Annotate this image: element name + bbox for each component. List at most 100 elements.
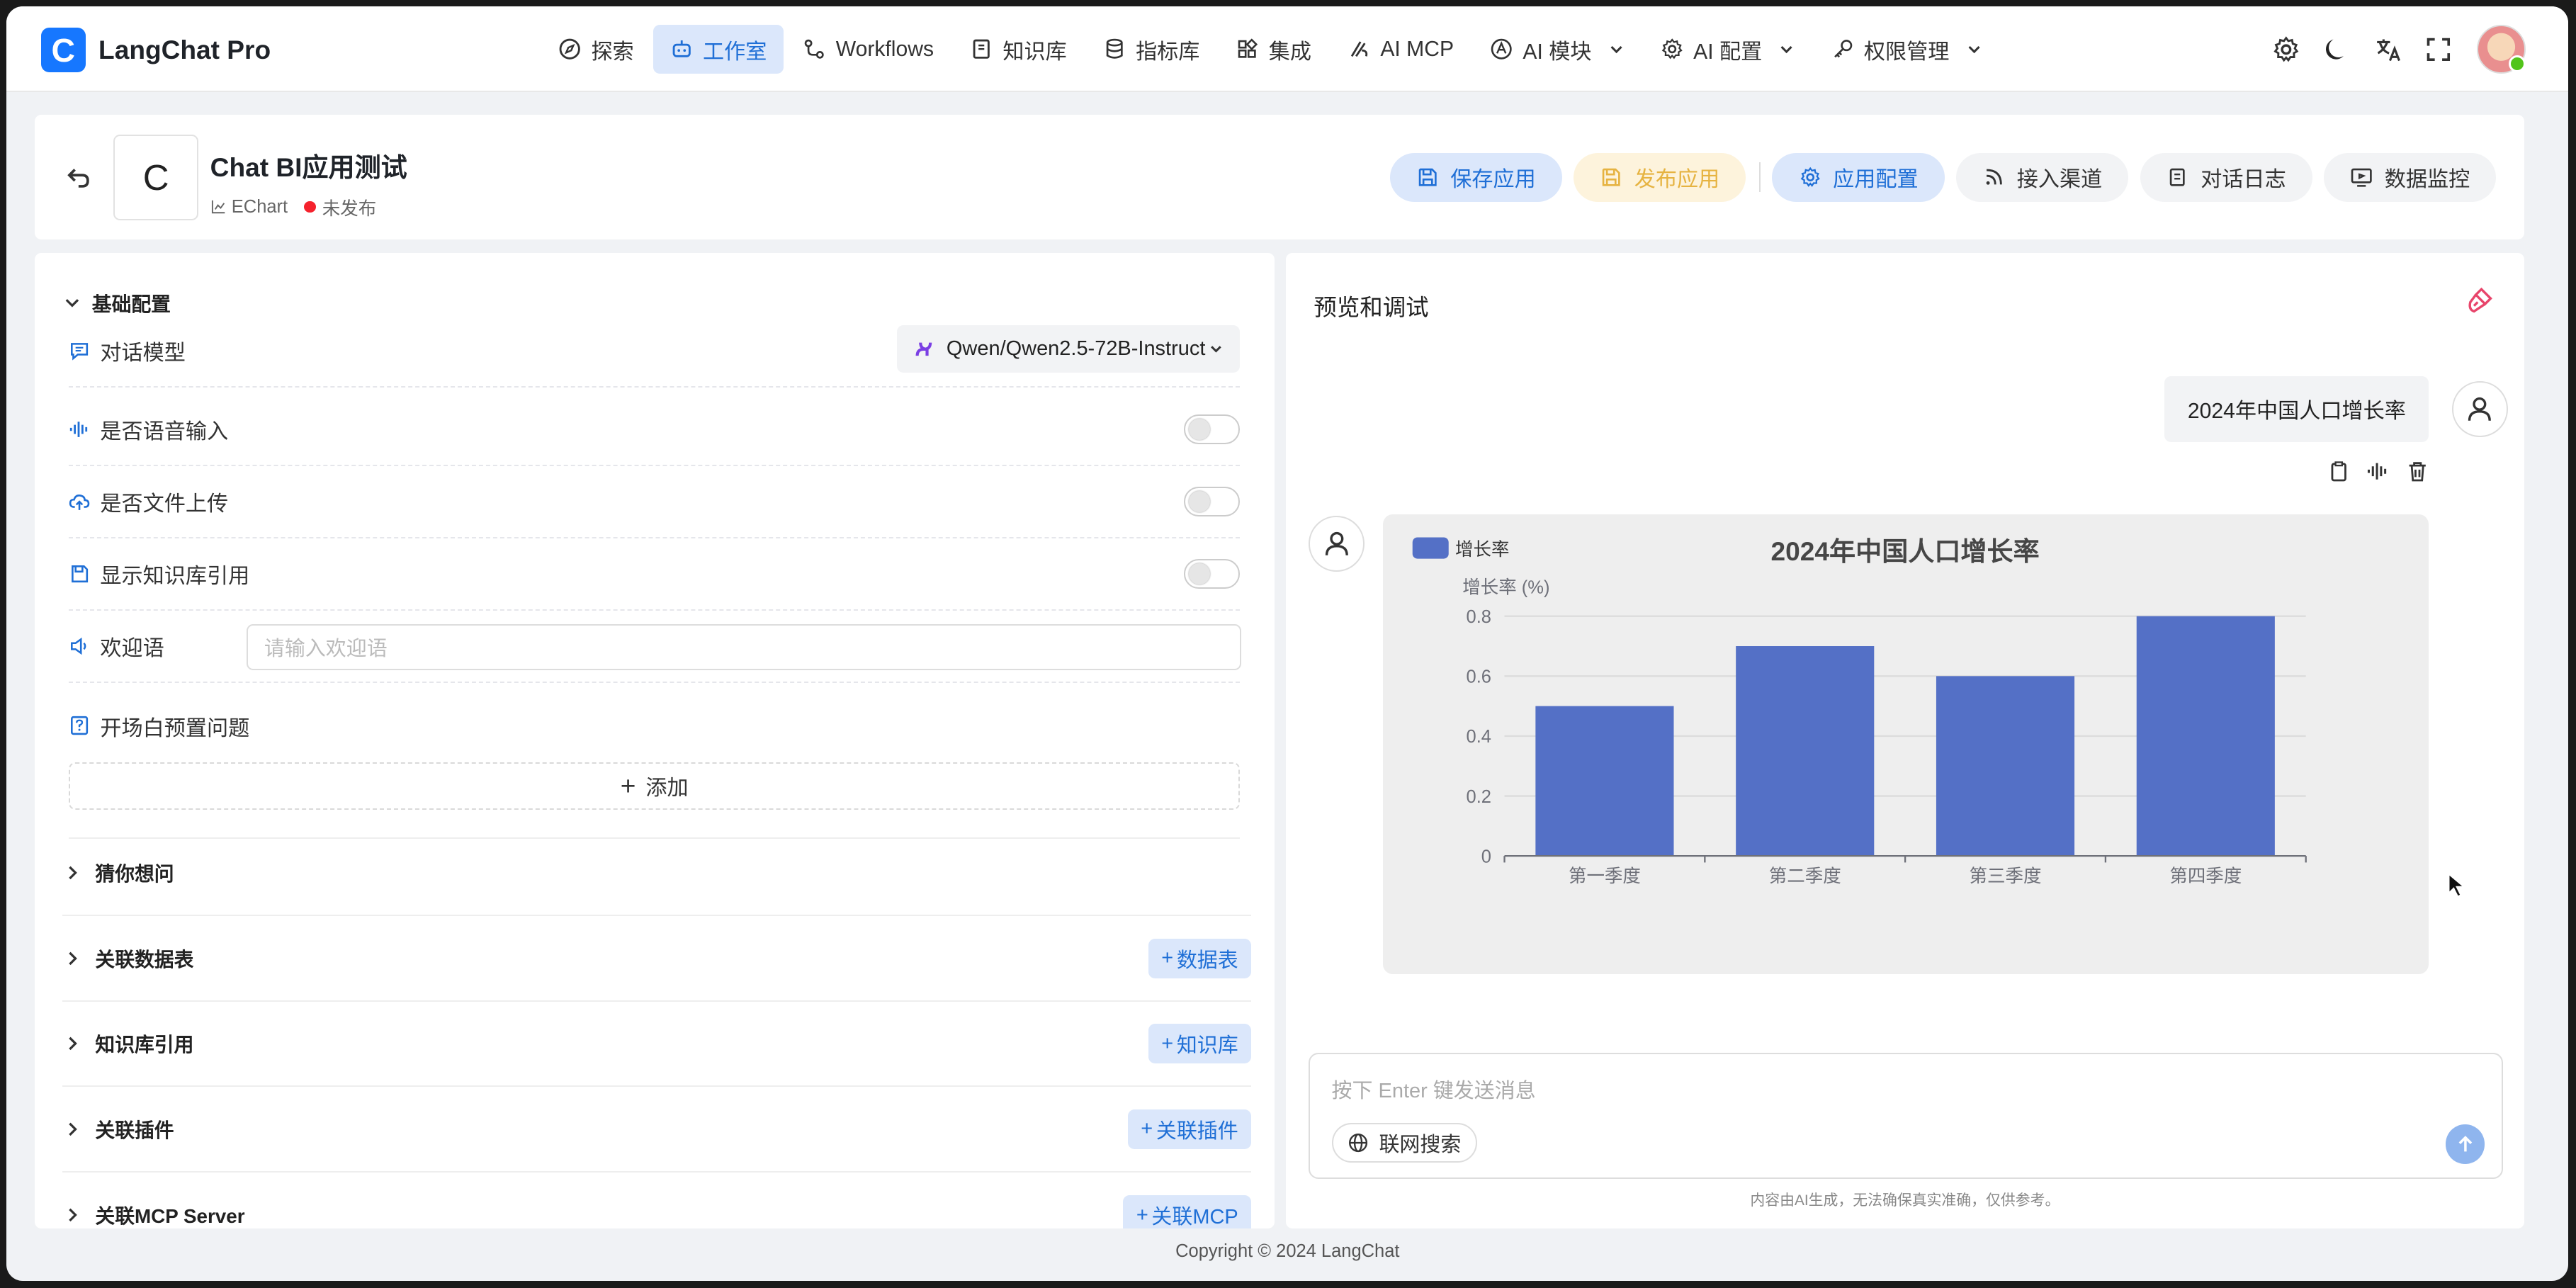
pill-label: 关联MCP [1151, 1206, 1238, 1228]
user-icon [1325, 532, 1348, 556]
model-row: 对话模型 Qwen/Qwen2.5-72B-Instruct [69, 315, 1241, 388]
clear-brush-icon[interactable] [2465, 286, 2495, 315]
workflow-icon [805, 40, 825, 59]
top-nav: C LangChat Pro 探索 工作室 Workflows 知识库 指标库 … [6, 6, 2569, 92]
nav-ai-config[interactable]: AI 配置 [1644, 25, 1812, 74]
gear-icon [1800, 166, 1820, 187]
nav-workflows[interactable]: Workflows [786, 25, 950, 74]
add-preset-button[interactable]: + 添加 [69, 762, 1241, 810]
bar[interactable] [2136, 616, 2275, 856]
chevron-right-icon [69, 951, 77, 965]
web-search-button[interactable]: 联网搜索 [1331, 1123, 1478, 1163]
nav-ai-mcp[interactable]: AI MCP [1331, 25, 1470, 74]
translate-icon[interactable] [2373, 35, 2403, 64]
preset-label: 开场白预置问题 [100, 716, 250, 740]
pill-label: 知识库 [1176, 1034, 1238, 1058]
copyright-footer: Copyright © 2024 LangChat [1175, 1241, 1400, 1262]
nav-explore[interactable]: 探索 [542, 25, 650, 74]
nav-metrics[interactable]: 指标库 [1087, 25, 1216, 74]
legend-swatch[interactable] [1412, 536, 1449, 559]
fullscreen-icon[interactable] [2424, 35, 2453, 64]
plugin-section-toggle[interactable]: 关联插件 + 关联插件 [62, 1087, 1252, 1173]
guess-section-toggle[interactable]: 猜你想问 [62, 831, 1252, 917]
message-input-placeholder: 按下 Enter 键发送消息 [1331, 1079, 1536, 1102]
nav-studio[interactable]: 工作室 [653, 24, 784, 74]
publish-app-button[interactable]: 发布应用 [1574, 152, 1746, 203]
data-table-section-toggle[interactable]: 关联数据表 + 数据表 [62, 916, 1252, 1002]
moon-icon[interactable] [2322, 35, 2352, 64]
app-header-card: C Chat BI应用测试 EChart 未发布 保存应用 发布应用 应用配置 [34, 115, 2524, 240]
nav-integrations[interactable]: 集成 [1219, 25, 1328, 74]
save-icon [1418, 168, 1437, 186]
voice-input-toggle[interactable] [1184, 414, 1241, 445]
key-icon [1834, 40, 1852, 58]
nav-permissions[interactable]: 权限管理 [1814, 25, 1999, 74]
copy-icon[interactable] [2327, 460, 2350, 482]
mcp-section-toggle[interactable]: 关联MCP Server + 关联MCP [62, 1173, 1252, 1228]
file-upload-toggle[interactable] [1184, 487, 1241, 517]
kb-section-toggle[interactable]: 知识库引用 + 知识库 [62, 1002, 1252, 1088]
bar[interactable] [1535, 706, 1674, 856]
file-upload-label: 是否文件上传 [100, 492, 229, 516]
plus-icon: + [1161, 947, 1174, 970]
chat-icon [71, 343, 89, 361]
main-nav: 探索 工作室 Workflows 知识库 指标库 集成 AI MCP AI 模块… [542, 24, 2002, 74]
file-upload-row: 是否文件上传 [69, 466, 1241, 539]
channel-label: 接入渠道 [2016, 168, 2103, 192]
nav-ai-module[interactable]: AI 模块 [1474, 25, 1641, 74]
chevron-right-icon [69, 1036, 77, 1051]
add-plugin-button[interactable]: + 关联插件 [1127, 1109, 1252, 1149]
robot-icon [672, 40, 691, 58]
chevron-right-icon [69, 866, 77, 880]
brand-logo: C [40, 28, 86, 72]
preview-panel: 预览和调试 2024年中国人口增长率 增长率 2024年中国人口增长率 增长率 … [1285, 252, 2524, 1228]
app-meta: EChart 未发布 [210, 194, 377, 220]
bar[interactable] [1735, 645, 1875, 856]
ai-module-icon [1491, 39, 1512, 60]
arrow-up-icon [2458, 1136, 2472, 1152]
model-select[interactable]: Qwen/Qwen2.5-72B-Instruct [897, 324, 1241, 373]
app-title: Chat BI应用测试 [210, 152, 407, 183]
settings-icon[interactable] [2271, 35, 2301, 64]
pill-label: 关联插件 [1156, 1119, 1238, 1143]
brand[interactable]: C LangChat Pro [40, 28, 271, 72]
send-button[interactable] [2445, 1124, 2485, 1165]
model-logo-icon [915, 342, 932, 356]
monitor-label: 数据监控 [2384, 168, 2470, 192]
question-icon [71, 716, 89, 735]
legend-label: 增长率 [1455, 539, 1509, 559]
config-label: 应用配置 [1833, 168, 1919, 192]
user-icon [2468, 397, 2492, 422]
chat-logs-button[interactable]: 对话日志 [2140, 152, 2312, 203]
add-mcp-button[interactable]: + 关联MCP [1123, 1195, 1252, 1228]
bar[interactable] [1936, 675, 2074, 856]
nav-label: 知识库 [1002, 40, 1067, 64]
app-status: 未发布 [322, 198, 377, 219]
save-app-button[interactable]: 保存应用 [1389, 152, 1562, 203]
web-search-label: 联网搜索 [1379, 1133, 1462, 1156]
kb-ref-toggle[interactable] [1184, 559, 1241, 589]
back-arrow-icon[interactable] [64, 162, 94, 192]
data-monitor-button[interactable]: 数据监控 [2324, 152, 2497, 203]
message-composer[interactable]: 按下 Enter 键发送消息 联网搜索 [1309, 1052, 2503, 1180]
welcome-row: 欢迎语 请输入欢迎语 [69, 611, 1242, 684]
add-label: 添加 [645, 776, 689, 801]
gear-icon [1661, 38, 1683, 60]
add-data-table-button[interactable]: + 数据表 [1148, 938, 1252, 978]
nav-knowledge[interactable]: 知识库 [954, 25, 1083, 74]
nav-label: AI 配置 [1693, 40, 1763, 64]
nav-label: Workflows [835, 37, 934, 61]
audio-wave-icon[interactable] [2366, 460, 2389, 482]
section-title: 关联数据表 [95, 948, 194, 971]
kb-ref-label: 显示知识库引用 [100, 565, 250, 589]
basic-config-toggle[interactable]: 基础配置 [62, 289, 171, 317]
user-avatar[interactable] [2476, 24, 2526, 74]
trash-icon[interactable] [2406, 460, 2429, 482]
app-config-button[interactable]: 应用配置 [1772, 152, 1945, 203]
welcome-input[interactable]: 请输入欢迎语 [246, 623, 1242, 670]
pill-label: 数据表 [1176, 949, 1238, 972]
add-kb-button[interactable]: + 知识库 [1148, 1024, 1252, 1064]
app-logo: C [113, 135, 199, 220]
globe-icon [1349, 1133, 1368, 1152]
channel-button[interactable]: 接入渠道 [1955, 152, 2129, 203]
